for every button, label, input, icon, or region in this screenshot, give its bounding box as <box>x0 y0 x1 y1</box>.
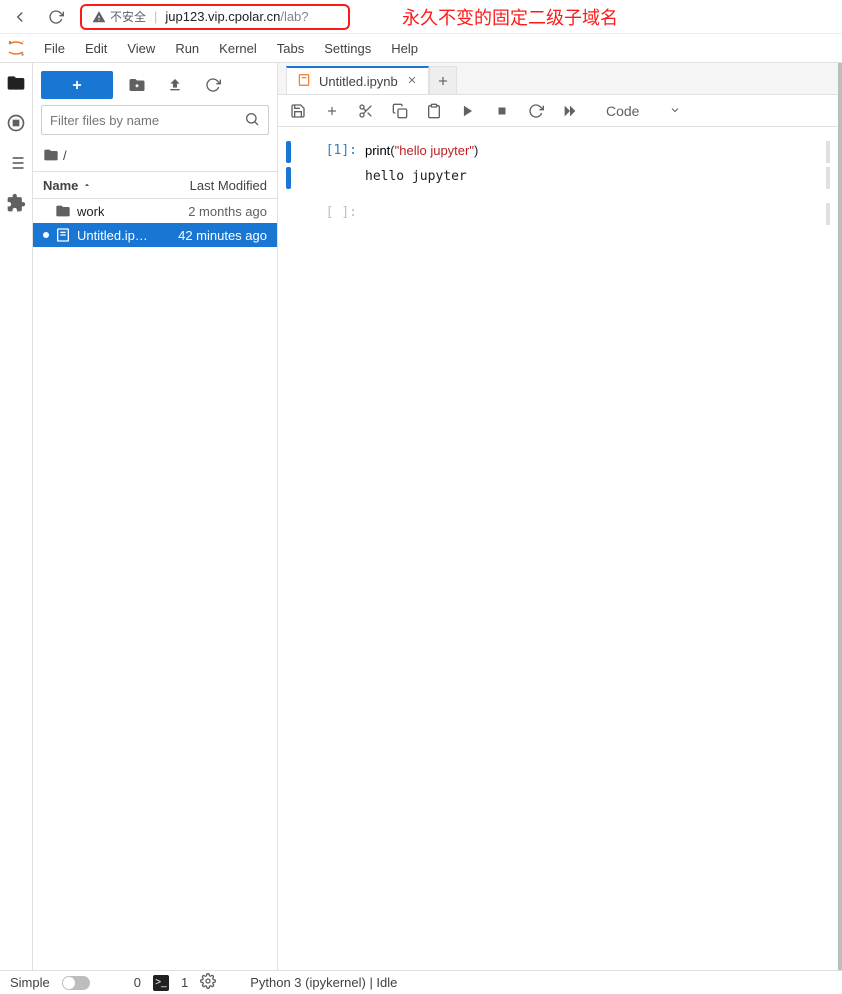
cell-source[interactable] <box>357 203 830 225</box>
restart-button[interactable] <box>526 101 546 121</box>
new-folder-button[interactable] <box>123 71 151 99</box>
file-list: work 2 months ago Untitled.ip… 42 minute… <box>33 199 277 970</box>
code-cell[interactable]: [1]: print("hello jupyter") <box>286 141 830 163</box>
add-tab-button[interactable] <box>429 66 457 94</box>
file-name: work <box>77 204 104 219</box>
browser-reload-button[interactable] <box>44 5 68 29</box>
input-prompt: [1]: <box>317 141 357 163</box>
browser-back-button[interactable] <box>8 5 32 29</box>
sort-up-icon <box>82 180 92 190</box>
notebook-icon <box>297 73 311 90</box>
file-row-folder[interactable]: work 2 months ago <box>33 199 277 223</box>
insecure-warning: 不安全 <box>92 8 146 25</box>
menu-settings[interactable]: Settings <box>314 34 381 62</box>
save-button[interactable] <box>288 101 308 121</box>
main-menu-bar: File Edit View Run Kernel Tabs Settings … <box>0 34 842 63</box>
folder-icon[interactable] <box>4 71 28 95</box>
filter-box[interactable] <box>41 105 269 135</box>
activity-bar <box>0 63 33 970</box>
terminal-icon[interactable]: >_ <box>153 975 169 991</box>
address-bar[interactable]: 不安全 | jup123.vip.cpolar.cn/lab? <box>80 4 350 30</box>
file-browser-panel: / Name Last Modified work 2 months ago <box>33 63 278 970</box>
menu-tabs[interactable]: Tabs <box>267 34 314 62</box>
header-name[interactable]: Name <box>43 178 92 193</box>
upload-button[interactable] <box>161 71 189 99</box>
running-icon[interactable] <box>4 111 28 135</box>
breadcrumb[interactable]: / <box>33 143 277 171</box>
new-launcher-button[interactable] <box>41 71 113 99</box>
folder-icon <box>55 203 71 219</box>
menu-file[interactable]: File <box>34 34 75 62</box>
chevron-down-icon <box>669 103 681 119</box>
paste-button[interactable] <box>424 101 444 121</box>
notebook-toolbar: Code <box>278 95 838 127</box>
file-name: Untitled.ip… <box>77 228 148 243</box>
restart-run-button[interactable] <box>560 101 580 121</box>
close-icon[interactable] <box>406 74 418 89</box>
insecure-label: 不安全 <box>110 8 146 25</box>
menu-edit[interactable]: Edit <box>75 34 117 62</box>
tab-count[interactable]: 0 <box>134 975 141 990</box>
notebook-body[interactable]: [1]: print("hello jupyter") [1]: hello j… <box>278 127 838 970</box>
separator: | <box>154 9 157 24</box>
tab-title: Untitled.ipynb <box>319 74 398 89</box>
file-row-notebook[interactable]: Untitled.ip… 42 minutes ago <box>33 223 277 247</box>
file-list-header[interactable]: Name Last Modified <box>33 171 277 199</box>
search-icon <box>244 111 260 130</box>
cell-source[interactable]: print("hello jupyter") <box>357 141 830 163</box>
interrupt-button[interactable] <box>492 101 512 121</box>
jupyter-logo <box>6 38 26 58</box>
output-cell: [1]: hello jupyter <box>286 167 830 189</box>
insert-cell-button[interactable] <box>322 101 342 121</box>
kernel-status[interactable]: Python 3 (ipykernel) | Idle <box>250 975 397 990</box>
annotation-text: 永久不变的固定二级子域名 <box>402 4 618 30</box>
header-modified[interactable]: Last Modified <box>190 178 267 193</box>
toc-icon[interactable] <box>4 151 28 175</box>
simple-label: Simple <box>10 975 50 990</box>
gear-icon[interactable] <box>200 973 216 992</box>
cell-output: hello jupyter <box>357 167 830 189</box>
menu-view[interactable]: View <box>117 34 165 62</box>
extensions-icon[interactable] <box>4 191 28 215</box>
notebook-icon <box>55 227 71 243</box>
copy-button[interactable] <box>390 101 410 121</box>
menu-help[interactable]: Help <box>381 34 428 62</box>
menu-run[interactable]: Run <box>165 34 209 62</box>
folder-icon <box>43 147 59 163</box>
cell-bar <box>286 141 291 163</box>
tab-bar: Untitled.ipynb <box>278 63 838 95</box>
cell-bar <box>286 167 291 189</box>
cell-type-selector[interactable]: Code <box>600 103 687 119</box>
cut-button[interactable] <box>356 101 376 121</box>
filter-input[interactable] <box>50 113 244 128</box>
input-prompt: [ ]: <box>317 203 357 225</box>
empty-code-cell[interactable]: [ ]: <box>286 203 830 225</box>
tab-notebook[interactable]: Untitled.ipynb <box>286 66 429 94</box>
run-button[interactable] <box>458 101 478 121</box>
simple-toggle[interactable] <box>62 976 90 990</box>
file-time: 42 minutes ago <box>178 228 267 243</box>
crumb-root: / <box>63 148 67 163</box>
url-text: jup123.vip.cpolar.cn/lab? <box>165 9 308 24</box>
menu-kernel[interactable]: Kernel <box>209 34 267 62</box>
status-bar: Simple 0 >_ 1 Python 3 (ipykernel) | Idl… <box>0 970 842 994</box>
refresh-button[interactable] <box>199 71 227 99</box>
file-time: 2 months ago <box>188 204 267 219</box>
running-dot-icon <box>43 232 49 238</box>
terminal-count[interactable]: 1 <box>181 975 188 990</box>
